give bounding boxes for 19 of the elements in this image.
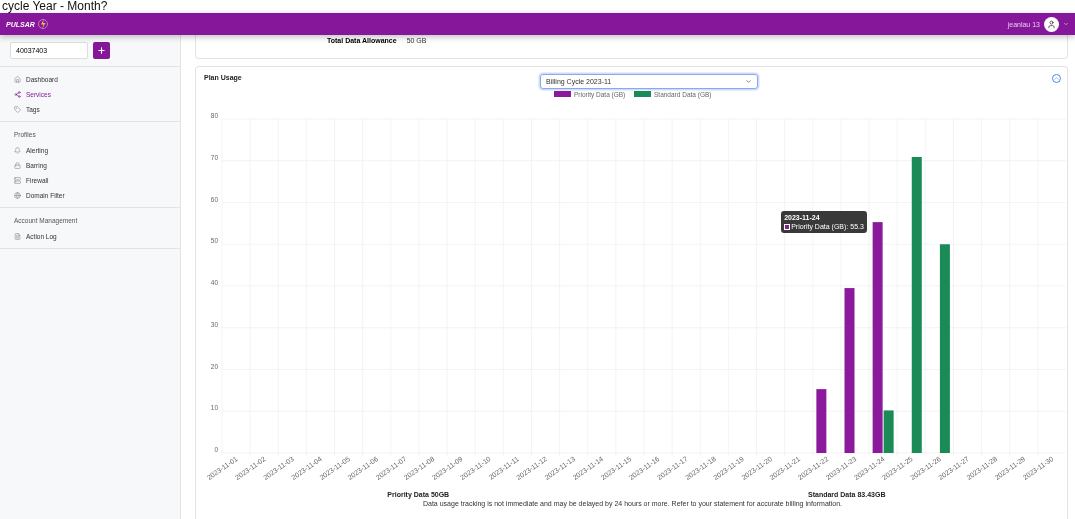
caption-text: cycle Year - Month? — [1, 0, 109, 13]
avatar-button[interactable] — [1044, 16, 1059, 32]
add-button[interactable] — [93, 42, 110, 59]
legend-swatch — [784, 223, 791, 230]
caret-icon — [745, 78, 752, 85]
legend-swatch — [554, 91, 571, 97]
globe-icon — [14, 192, 21, 199]
plus-icon — [97, 46, 106, 55]
lightning-icon — [36, 18, 49, 30]
bell-icon — [14, 147, 21, 154]
server-icon — [14, 177, 21, 184]
lock-icon — [14, 162, 21, 169]
person-icon — [1047, 19, 1056, 29]
tag-icon — [14, 106, 21, 113]
legend-swatch — [634, 91, 651, 97]
bar — [816, 389, 827, 453]
document-icon — [14, 233, 21, 240]
home-icon — [14, 76, 21, 83]
share-icon — [14, 91, 21, 98]
